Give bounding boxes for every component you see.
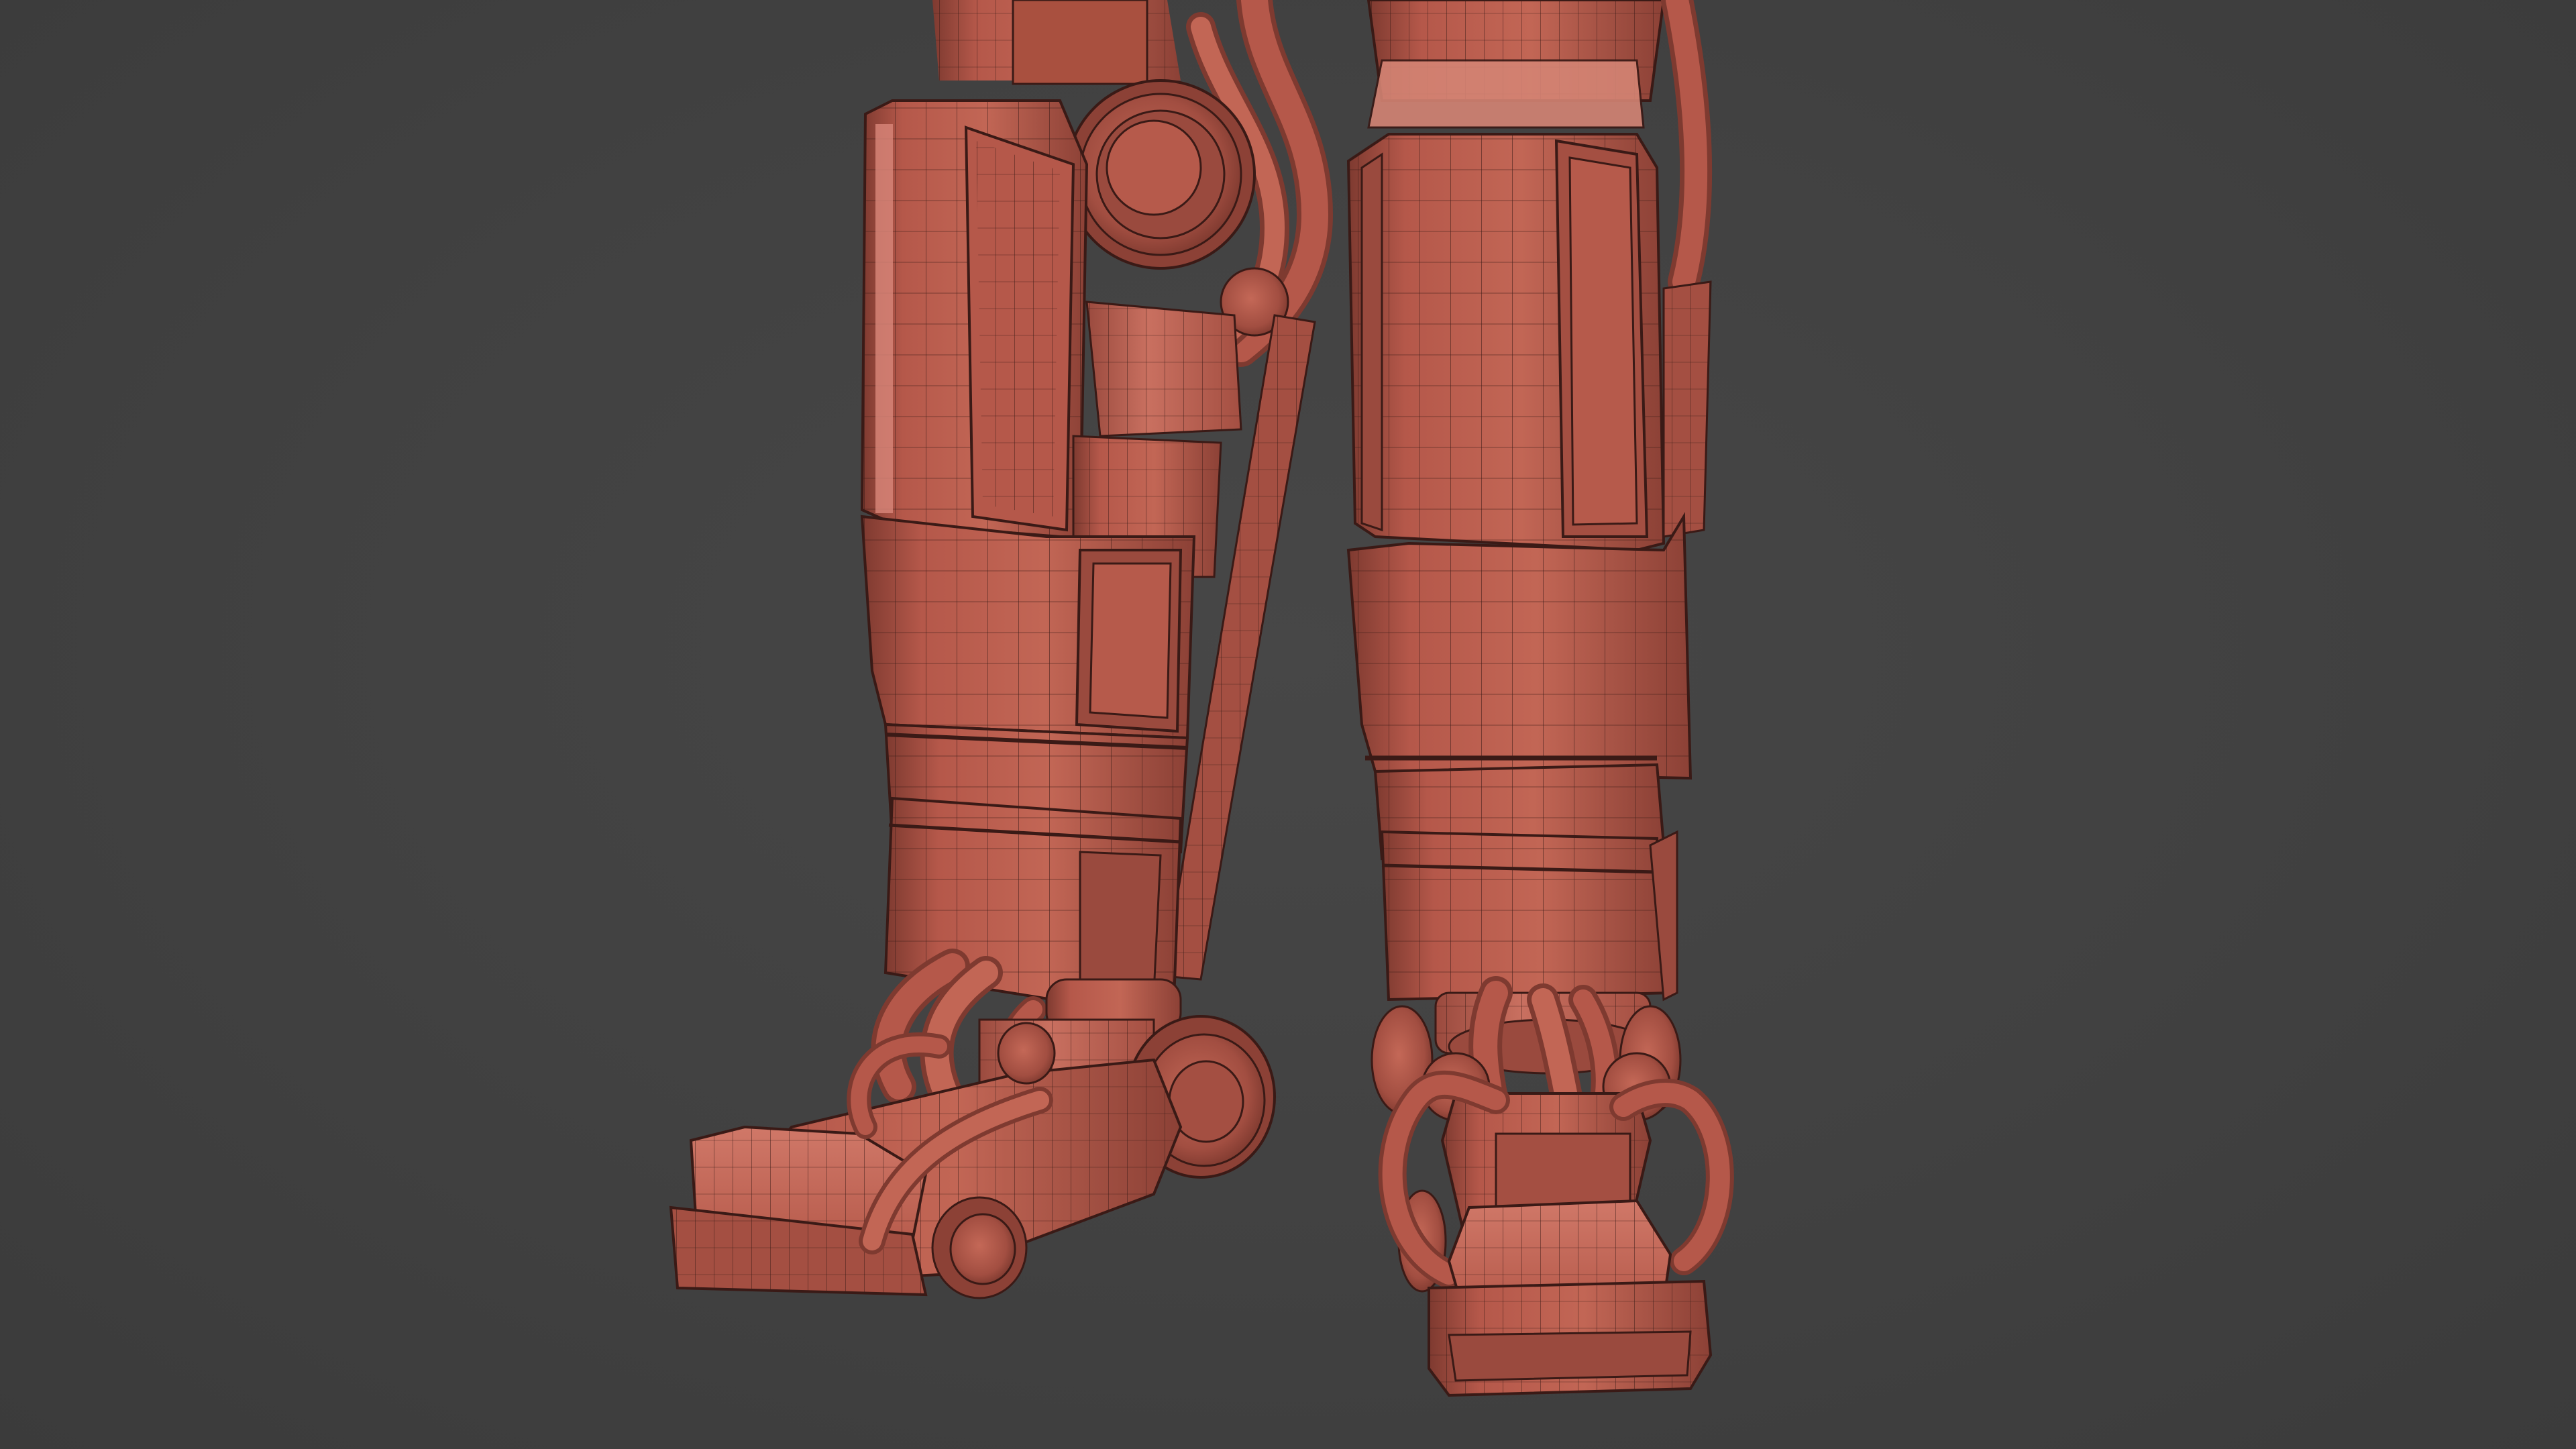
right-foot-toe	[1428, 1199, 1713, 1397]
right-thigh	[1366, 0, 1666, 129]
right-thigh-guard	[1346, 133, 1666, 552]
right-shin-upper	[1346, 512, 1693, 780]
right-shin-lower	[1380, 830, 1678, 1002]
left-knee-guard	[860, 99, 1089, 545]
left-shin-upper	[860, 515, 1196, 740]
3d-viewport[interactable]	[0, 0, 2576, 1449]
right-knee-cable	[1661, 0, 1713, 298]
left-leg[interactable]	[860, 0, 1334, 1115]
right-leg[interactable]	[1346, 0, 1713, 1144]
left-foot[interactable]	[669, 1015, 1276, 1299]
right-side-plate	[1662, 280, 1712, 538]
viewport-canvas[interactable]	[0, 0, 2576, 1449]
left-thigh	[932, 0, 1181, 85]
left-foot-body	[669, 1058, 1183, 1297]
